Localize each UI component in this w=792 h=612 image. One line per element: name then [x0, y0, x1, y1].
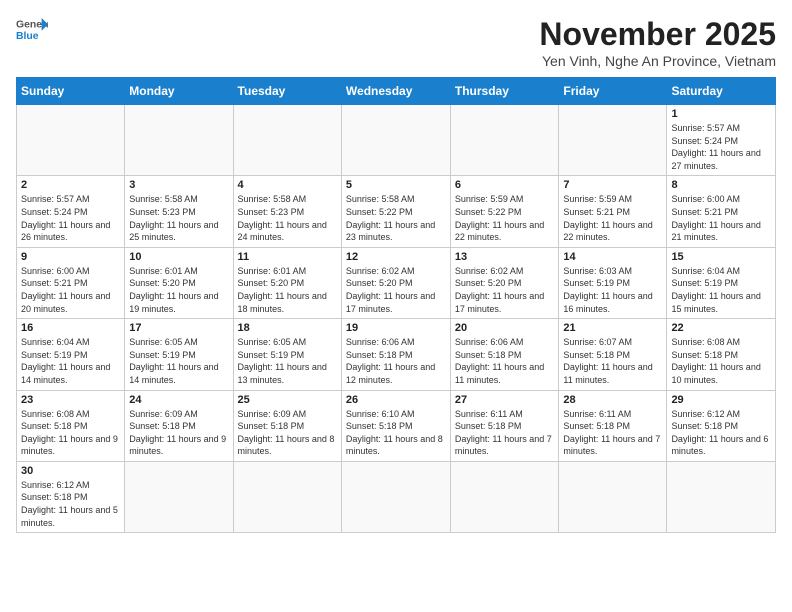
day-21: 21 Sunrise: 6:07 AM Sunset: 5:18 PM Dayl… — [559, 319, 667, 390]
month-title: November 2025 — [539, 16, 776, 53]
empty-cell — [341, 105, 450, 176]
empty-cell — [125, 461, 233, 532]
day-23: 23 Sunrise: 6:08 AM Sunset: 5:18 PM Dayl… — [17, 390, 125, 461]
day-26: 26 Sunrise: 6:10 AM Sunset: 5:18 PM Dayl… — [341, 390, 450, 461]
day-27: 27 Sunrise: 6:11 AM Sunset: 5:18 PM Dayl… — [450, 390, 559, 461]
day-2: 2 Sunrise: 5:57 AM Sunset: 5:24 PM Dayli… — [17, 176, 125, 247]
logo-icon: General Blue — [16, 16, 48, 44]
day-29: 29 Sunrise: 6:12 AM Sunset: 5:18 PM Dayl… — [667, 390, 776, 461]
day-10: 10 Sunrise: 6:01 AM Sunset: 5:20 PM Dayl… — [125, 247, 233, 318]
header-tuesday: Tuesday — [233, 78, 341, 105]
day-24: 24 Sunrise: 6:09 AM Sunset: 5:18 PM Dayl… — [125, 390, 233, 461]
empty-cell — [341, 461, 450, 532]
day-18: 18 Sunrise: 6:05 AM Sunset: 5:19 PM Dayl… — [233, 319, 341, 390]
day-17: 17 Sunrise: 6:05 AM Sunset: 5:19 PM Dayl… — [125, 319, 233, 390]
empty-cell — [233, 105, 341, 176]
subtitle: Yen Vinh, Nghe An Province, Vietnam — [539, 53, 776, 69]
empty-cell — [450, 461, 559, 532]
day-3: 3 Sunrise: 5:58 AM Sunset: 5:23 PM Dayli… — [125, 176, 233, 247]
week-row-1: 1 Sunrise: 5:57 AM Sunset: 5:24 PM Dayli… — [17, 105, 776, 176]
day-4: 4 Sunrise: 5:58 AM Sunset: 5:23 PM Dayli… — [233, 176, 341, 247]
day-13: 13 Sunrise: 6:02 AM Sunset: 5:20 PM Dayl… — [450, 247, 559, 318]
header-friday: Friday — [559, 78, 667, 105]
header-thursday: Thursday — [450, 78, 559, 105]
header-sunday: Sunday — [17, 78, 125, 105]
day-5: 5 Sunrise: 5:58 AM Sunset: 5:22 PM Dayli… — [341, 176, 450, 247]
empty-cell — [125, 105, 233, 176]
week-row-3: 9 Sunrise: 6:00 AM Sunset: 5:21 PM Dayli… — [17, 247, 776, 318]
day-9: 9 Sunrise: 6:00 AM Sunset: 5:21 PM Dayli… — [17, 247, 125, 318]
day-8: 8 Sunrise: 6:00 AM Sunset: 5:21 PM Dayli… — [667, 176, 776, 247]
weekday-header-row: Sunday Monday Tuesday Wednesday Thursday… — [17, 78, 776, 105]
day-25: 25 Sunrise: 6:09 AM Sunset: 5:18 PM Dayl… — [233, 390, 341, 461]
empty-cell — [17, 105, 125, 176]
day-12: 12 Sunrise: 6:02 AM Sunset: 5:20 PM Dayl… — [341, 247, 450, 318]
day-6: 6 Sunrise: 5:59 AM Sunset: 5:22 PM Dayli… — [450, 176, 559, 247]
day-7: 7 Sunrise: 5:59 AM Sunset: 5:21 PM Dayli… — [559, 176, 667, 247]
day-28: 28 Sunrise: 6:11 AM Sunset: 5:18 PM Dayl… — [559, 390, 667, 461]
day-16: 16 Sunrise: 6:04 AM Sunset: 5:19 PM Dayl… — [17, 319, 125, 390]
empty-cell — [559, 461, 667, 532]
day-1: 1 Sunrise: 5:57 AM Sunset: 5:24 PM Dayli… — [667, 105, 776, 176]
logo: General Blue — [16, 16, 48, 44]
day-22: 22 Sunrise: 6:08 AM Sunset: 5:18 PM Dayl… — [667, 319, 776, 390]
header-monday: Monday — [125, 78, 233, 105]
day-30: 30 Sunrise: 6:12 AM Sunset: 5:18 PM Dayl… — [17, 461, 125, 532]
day-20: 20 Sunrise: 6:06 AM Sunset: 5:18 PM Dayl… — [450, 319, 559, 390]
day-14: 14 Sunrise: 6:03 AM Sunset: 5:19 PM Dayl… — [559, 247, 667, 318]
empty-cell — [667, 461, 776, 532]
calendar: Sunday Monday Tuesday Wednesday Thursday… — [16, 77, 776, 533]
week-row-2: 2 Sunrise: 5:57 AM Sunset: 5:24 PM Dayli… — [17, 176, 776, 247]
week-row-6: 30 Sunrise: 6:12 AM Sunset: 5:18 PM Dayl… — [17, 461, 776, 532]
header: General Blue November 2025 Yen Vinh, Ngh… — [16, 16, 776, 69]
empty-cell — [559, 105, 667, 176]
empty-cell — [450, 105, 559, 176]
svg-text:Blue: Blue — [16, 31, 39, 42]
week-row-4: 16 Sunrise: 6:04 AM Sunset: 5:19 PM Dayl… — [17, 319, 776, 390]
empty-cell — [233, 461, 341, 532]
header-saturday: Saturday — [667, 78, 776, 105]
day-15: 15 Sunrise: 6:04 AM Sunset: 5:19 PM Dayl… — [667, 247, 776, 318]
title-area: November 2025 Yen Vinh, Nghe An Province… — [539, 16, 776, 69]
day-11: 11 Sunrise: 6:01 AM Sunset: 5:20 PM Dayl… — [233, 247, 341, 318]
day-19: 19 Sunrise: 6:06 AM Sunset: 5:18 PM Dayl… — [341, 319, 450, 390]
header-wednesday: Wednesday — [341, 78, 450, 105]
week-row-5: 23 Sunrise: 6:08 AM Sunset: 5:18 PM Dayl… — [17, 390, 776, 461]
